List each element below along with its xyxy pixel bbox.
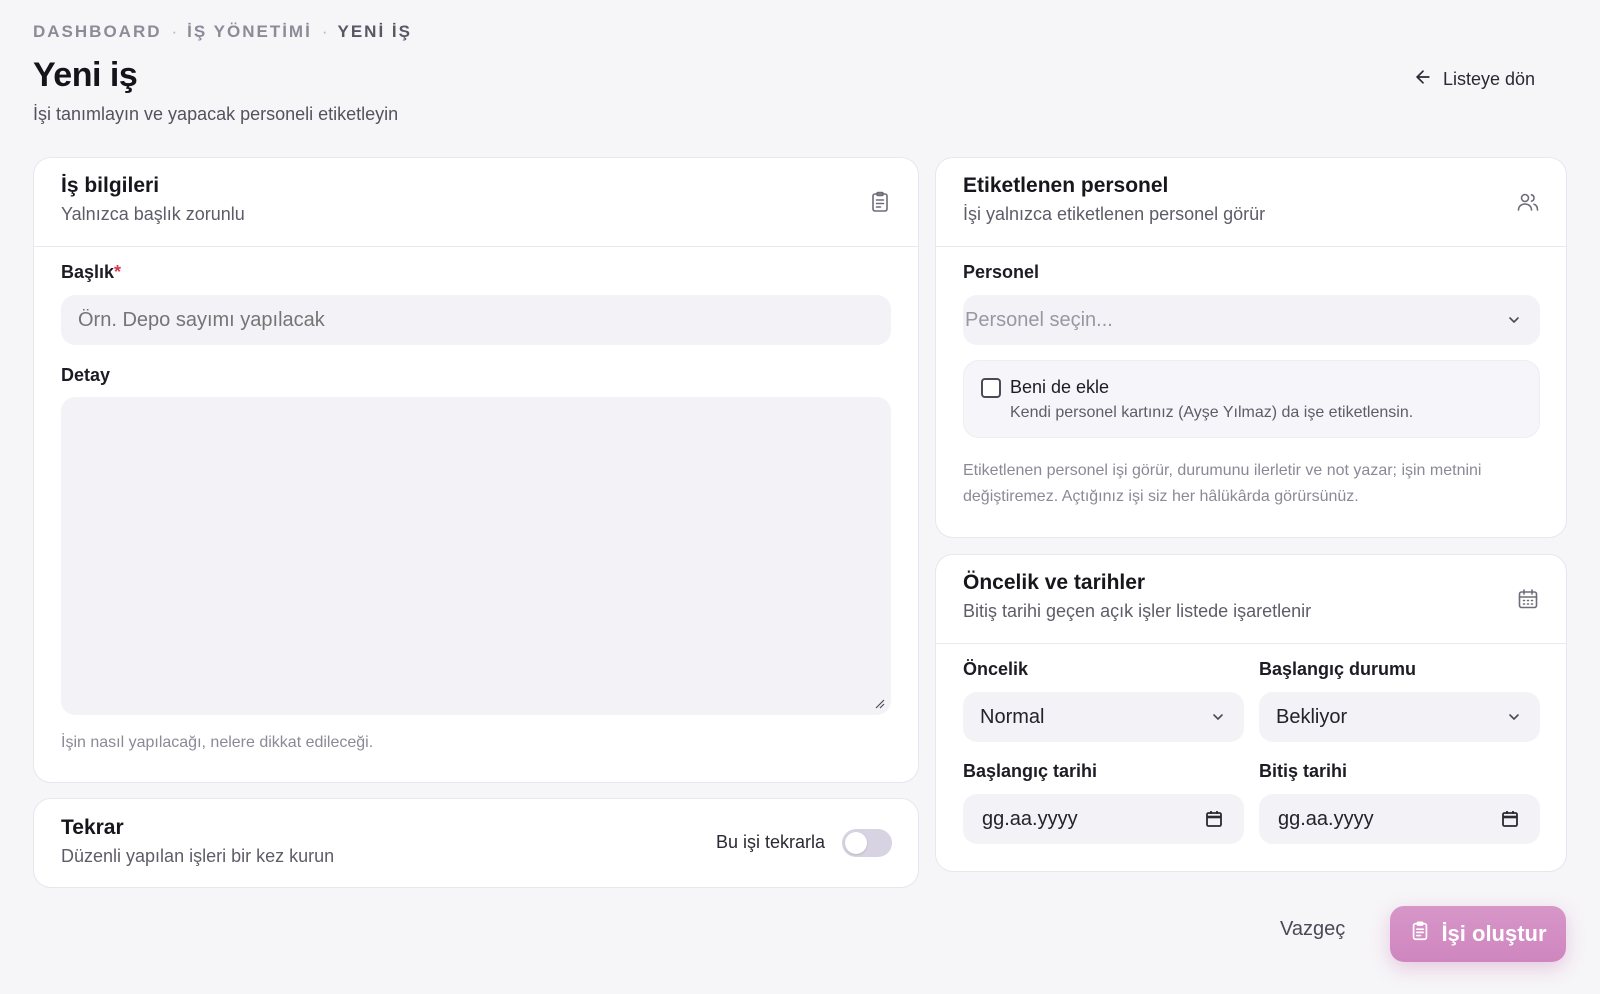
page-subtitle: İşi tanımlayın ve yapacak personeli etik… bbox=[33, 104, 399, 124]
tagged-personnel-header: Etiketlenen personel İşi yalnızca etiket… bbox=[936, 158, 1566, 247]
calendar-icon bbox=[1516, 587, 1540, 611]
personnel-field-label: Personel bbox=[963, 262, 1040, 282]
repeat-toggle-label: Bu işi tekrarla bbox=[716, 832, 826, 852]
title-input[interactable] bbox=[61, 295, 891, 345]
repeat-toggle[interactable] bbox=[842, 829, 892, 857]
users-icon bbox=[1516, 190, 1540, 214]
breadcrumb: DASHBOARD · İŞ YÖNETİMİ · YENİ İŞ bbox=[33, 22, 412, 42]
chevron-down-icon bbox=[1213, 714, 1223, 720]
priority-select-value: Normal bbox=[980, 705, 1045, 728]
calendar-picker-icon[interactable] bbox=[1204, 809, 1224, 829]
title-field-label: Başlık* bbox=[61, 262, 122, 282]
start-date-label: Başlangıç tarihi bbox=[963, 761, 1098, 781]
add-me-hint: Kendi personel kartınız (Ayşe Yılmaz) da… bbox=[1010, 404, 1414, 421]
add-me-checkbox[interactable] bbox=[981, 378, 1001, 398]
priority-field-label: Öncelik bbox=[963, 659, 1029, 679]
tagged-personnel-note: Etiketlenen personel işi görür, durumunu… bbox=[963, 462, 1482, 505]
status-select-value: Bekliyor bbox=[1276, 705, 1348, 728]
job-info-title: İş bilgileri bbox=[61, 174, 160, 197]
chevron-down-icon bbox=[1509, 714, 1519, 720]
personnel-select-placeholder: Personel seçin... bbox=[965, 308, 1113, 331]
detail-hint: İşin nasıl yapılacağı, nelere dikkat edi… bbox=[61, 734, 374, 751]
resize-handle-icon[interactable] bbox=[873, 697, 885, 709]
back-to-list-button[interactable]: Listeye dön bbox=[1384, 60, 1564, 98]
tagged-personnel-title: Etiketlenen personel bbox=[963, 174, 1169, 197]
breadcrumb-item-dashboard[interactable]: DASHBOARD bbox=[33, 22, 162, 42]
end-date-input[interactable]: gg.aa.yyyy bbox=[1259, 794, 1540, 844]
priority-select[interactable]: Normal bbox=[963, 692, 1244, 742]
create-job-button[interactable]: İşi oluştur bbox=[1390, 906, 1566, 962]
start-date-placeholder: gg.aa.yyyy bbox=[982, 807, 1078, 830]
create-job-label: İşi oluştur bbox=[1441, 921, 1547, 946]
priority-dates-subtitle: Bitiş tarihi geçen açık işler listede iş… bbox=[963, 601, 1312, 621]
add-me-label: Beni de ekle bbox=[1010, 377, 1110, 397]
breadcrumb-item-current: YENİ İŞ bbox=[337, 22, 412, 41]
job-info-subtitle: Yalnızca başlık zorunlu bbox=[61, 204, 245, 224]
chevron-down-icon bbox=[1509, 317, 1519, 323]
personnel-select[interactable]: Personel seçin... bbox=[963, 295, 1540, 345]
tagged-personnel-subtitle: İşi yalnızca etiketlenen personel görür bbox=[963, 204, 1266, 224]
back-to-list-label: Listeye dön bbox=[1442, 68, 1536, 89]
page-title: Yeni iş bbox=[33, 56, 138, 94]
repeat-title: Tekrar bbox=[61, 816, 124, 839]
calendar-picker-icon[interactable] bbox=[1500, 809, 1520, 829]
detail-textarea[interactable] bbox=[61, 397, 891, 715]
priority-dates-card: Öncelik ve tarihler Bitiş tarihi geçen a… bbox=[935, 554, 1567, 872]
job-info-header: İş bilgileri Yalnızca başlık zorunlu bbox=[34, 158, 918, 247]
clipboard-icon bbox=[1409, 920, 1431, 948]
status-select[interactable]: Bekliyor bbox=[1259, 692, 1540, 742]
job-info-card: İş bilgileri Yalnızca başlık zorunlu Baş… bbox=[33, 157, 919, 783]
tagged-personnel-card: Etiketlenen personel İşi yalnızca etiket… bbox=[935, 157, 1567, 538]
detail-field-label: Detay bbox=[61, 365, 111, 385]
breadcrumb-item-job-management[interactable]: İŞ YÖNETİMİ bbox=[187, 22, 312, 42]
priority-dates-header: Öncelik ve tarihler Bitiş tarihi geçen a… bbox=[936, 555, 1566, 644]
status-field-label: Başlangıç durumu bbox=[1259, 659, 1417, 679]
arrow-left-icon bbox=[1413, 67, 1433, 92]
end-date-placeholder: gg.aa.yyyy bbox=[1278, 807, 1374, 830]
priority-dates-title: Öncelik ve tarihler bbox=[963, 571, 1146, 594]
start-date-input[interactable]: gg.aa.yyyy bbox=[963, 794, 1244, 844]
breadcrumb-separator: · bbox=[321, 22, 328, 41]
repeat-subtitle: Düzenli yapılan işleri bir kez kurun bbox=[61, 846, 335, 866]
end-date-label: Bitiş tarihi bbox=[1259, 761, 1348, 781]
clipboard-icon bbox=[868, 190, 892, 214]
cancel-button[interactable]: Vazgeç bbox=[1280, 918, 1345, 941]
repeat-card: Tekrar Düzenli yapılan işleri bir kez ku… bbox=[33, 798, 919, 888]
toggle-knob bbox=[845, 832, 867, 854]
breadcrumb-separator: · bbox=[171, 22, 178, 41]
add-me-option[interactable]: Beni de ekle Kendi personel kartınız (Ay… bbox=[963, 360, 1540, 438]
